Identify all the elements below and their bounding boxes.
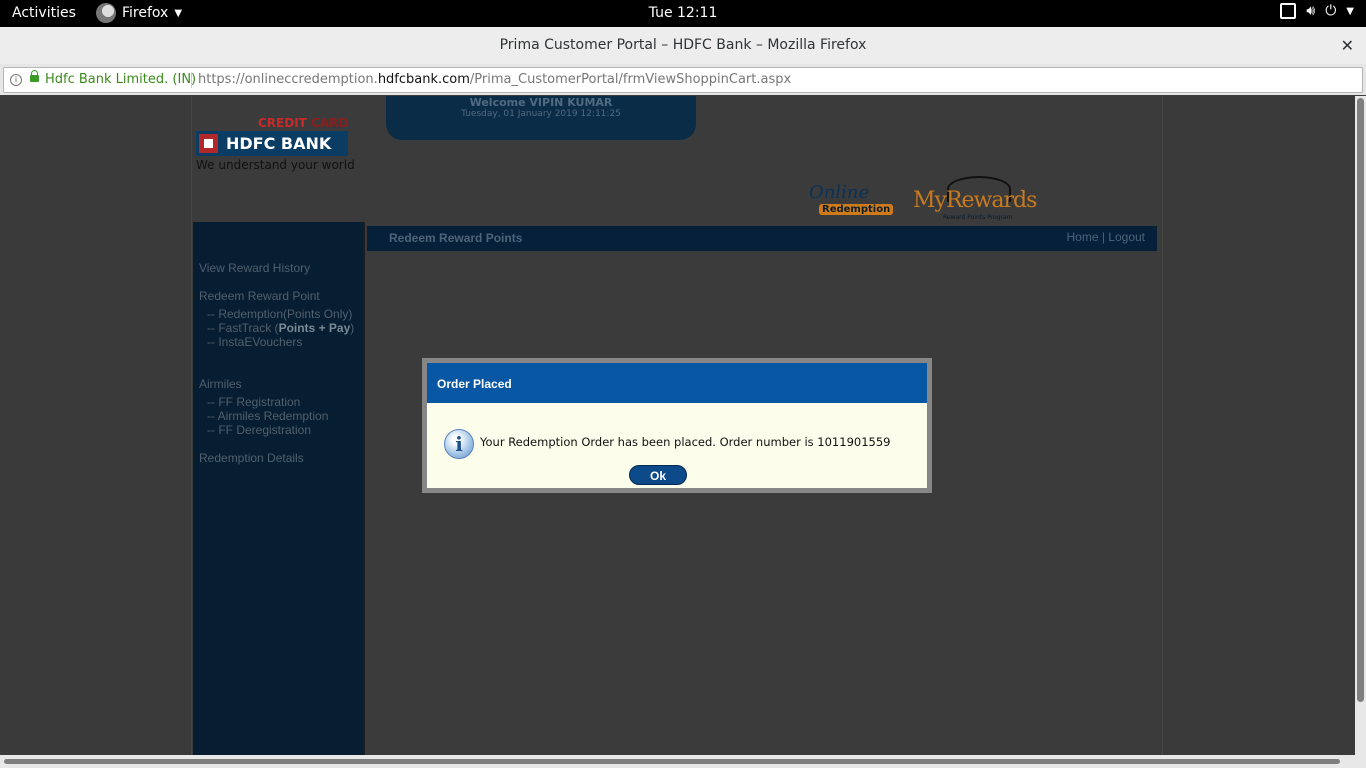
- url-separator: [191, 72, 192, 88]
- logo-rewards-sub: Reward Points Program: [943, 214, 1013, 221]
- sidebar-item-instaevouchers[interactable]: -- InstaEVouchers: [207, 335, 302, 349]
- clock[interactable]: Tue 12:11: [0, 5, 1366, 21]
- fasttrack-bold: Points + Pay: [278, 321, 351, 335]
- horizontal-scrollbar[interactable]: [0, 755, 1366, 768]
- credit-card-label: CREDIT CARD: [258, 116, 348, 130]
- sidebar-item-redemption-points-only[interactable]: -- Redemption(Points Only): [207, 307, 352, 321]
- dialog-title: Order Placed: [437, 377, 512, 391]
- vertical-scrollbar[interactable]: [1355, 96, 1366, 755]
- logout-link[interactable]: Logout: [1108, 230, 1145, 244]
- url-prefix: https://onlineccredemption.: [198, 72, 378, 87]
- hdfc-mark-icon: [199, 134, 218, 153]
- logo-redemption-text: Redemption: [819, 204, 894, 215]
- credit-label: CREDIT: [258, 116, 312, 130]
- window-icon: [1280, 3, 1297, 19]
- url-bar[interactable]: i Hdfc Bank Limited. (IN) https://online…: [3, 67, 1363, 93]
- horizontal-scroll-thumb[interactable]: [4, 759, 1340, 764]
- myrewards-logo: MyRewards Reward Points Program: [911, 176, 1037, 222]
- nav-links: Home | Logout: [1066, 230, 1145, 244]
- welcome-panel: Welcome VIPIN KUMAR Tuesday, 01 January …: [386, 96, 696, 140]
- navigation-toolbar: i Hdfc Bank Limited. (IN) https://online…: [0, 64, 1366, 95]
- sidebar-item-redeem-points[interactable]: Redeem Reward Point: [199, 289, 320, 303]
- logo-rewards: Rewards: [945, 188, 1037, 213]
- online-redemption-logo: Online Redemption: [807, 182, 894, 220]
- fasttrack-prefix: -- FastTrack (: [207, 321, 279, 335]
- url-path: /Prima_CustomerPortal/frmViewShoppinCart…: [469, 72, 792, 87]
- dialog-header: Order Placed: [427, 363, 927, 403]
- site-identity[interactable]: Hdfc Bank Limited. (IN): [45, 68, 196, 92]
- card-label: CARD: [311, 116, 349, 130]
- tagline: We understand your world: [196, 158, 355, 172]
- bank-banner: HDFC BANK: [196, 131, 348, 156]
- url-text[interactable]: https://onlineccredemption.hdfcbank.com/…: [198, 68, 791, 92]
- sidebar-item-airmiles[interactable]: Airmiles: [199, 377, 242, 391]
- close-icon[interactable]: ✕: [1341, 36, 1354, 55]
- dialog-body: Order Placed i Your Redemption Order has…: [427, 363, 927, 488]
- sidebar-item-ff-deregistration[interactable]: -- FF Deregistration: [207, 423, 311, 437]
- ok-button[interactable]: Ok: [629, 465, 687, 485]
- window-titlebar: Prima Customer Portal – HDFC Bank – Mozi…: [0, 27, 1366, 65]
- lock-icon[interactable]: [30, 70, 39, 82]
- logo-my: My: [913, 188, 947, 213]
- power-icon: ⏻: [1325, 3, 1337, 19]
- sidebar-item-fasttrack[interactable]: -- FastTrack (Points + Pay): [207, 321, 354, 335]
- volume-icon: 🔊︎: [1306, 3, 1316, 19]
- sidebar-item-redemption-details[interactable]: Redemption Details: [199, 451, 304, 465]
- window-title: Prima Customer Portal – HDFC Bank – Mozi…: [499, 37, 867, 53]
- welcome-text: Welcome VIPIN KUMAR: [469, 96, 613, 109]
- chevron-down-icon: ▼: [1346, 5, 1354, 17]
- datetime-text: Tuesday, 01 January 2019 12:11:25: [461, 109, 621, 119]
- bank-name: HDFC BANK: [226, 134, 332, 153]
- order-placed-dialog: Order Placed i Your Redemption Order has…: [422, 358, 932, 493]
- fasttrack-suffix: ): [350, 321, 355, 335]
- vertical-scroll-thumb[interactable]: [1357, 98, 1364, 702]
- home-link[interactable]: Home: [1066, 230, 1098, 244]
- logo-online-text: Online: [809, 182, 870, 203]
- info-icon[interactable]: i: [10, 74, 22, 86]
- logo-myrewards-text: MyRewards: [913, 188, 1037, 213]
- page-title: Redeem Reward Points: [389, 231, 523, 245]
- sidebar-item-view-history[interactable]: View Reward History: [199, 261, 310, 275]
- page-navbar: Redeem Reward Points Home | Logout: [367, 226, 1157, 251]
- info-icon: i: [444, 429, 474, 459]
- sidebar-item-airmiles-redemption[interactable]: -- Airmiles Redemption: [207, 409, 328, 423]
- sidebar: View Reward History Redeem Reward Point …: [193, 222, 365, 755]
- url-domain: hdfcbank.com: [377, 72, 470, 87]
- system-tray[interactable]: 🔊︎ ⏻ ▼: [1280, 3, 1354, 19]
- sidebar-item-ff-registration[interactable]: -- FF Registration: [207, 395, 300, 409]
- gnome-top-bar: Activities Firefox ▼ Tue 12:11 🔊︎ ⏻ ▼: [0, 0, 1366, 27]
- dialog-message: Your Redemption Order has been placed. O…: [480, 435, 891, 449]
